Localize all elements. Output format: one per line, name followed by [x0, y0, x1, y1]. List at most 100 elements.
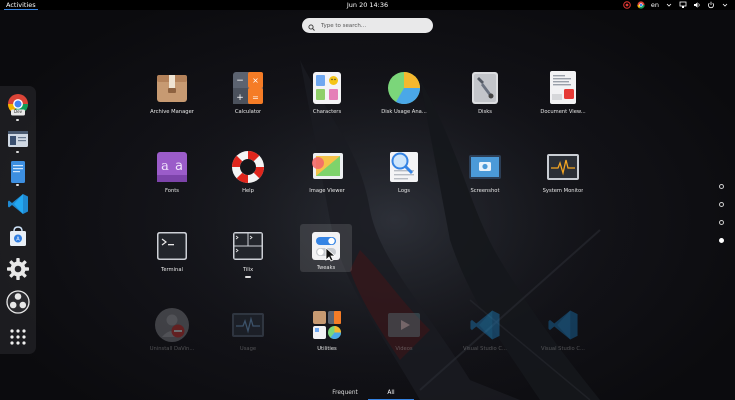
app-label: Help: [242, 188, 254, 194]
app-label: Logs: [398, 188, 410, 194]
running-indicator: [16, 151, 19, 153]
app-label: Visual Studio C...: [463, 346, 507, 352]
svg-text:A: A: [16, 237, 20, 243]
archive-manager-icon: [157, 75, 187, 102]
app-videos[interactable]: Videos: [367, 303, 441, 369]
app-disk-usage-analyzer[interactable]: Disk Usage Ana...: [367, 66, 441, 132]
svg-text:−: −: [236, 76, 244, 86]
app-screenshot[interactable]: Screenshot: [448, 145, 522, 211]
app-utilities-folder[interactable]: Utilities: [290, 303, 364, 369]
logs-icon: [390, 152, 418, 182]
page-dot[interactable]: [719, 184, 724, 189]
app-label: Screenshot: [470, 188, 500, 194]
chrome-tray-icon[interactable]: [637, 1, 645, 9]
search-input[interactable]: [319, 21, 427, 30]
app-tweaks[interactable]: Tweaks: [300, 224, 352, 272]
obs-studio-icon: [6, 290, 30, 314]
fonts-icon: a a: [157, 152, 187, 182]
network-icon[interactable]: [679, 1, 687, 9]
dock-item-obs[interactable]: [5, 289, 31, 315]
show-applications-button[interactable]: [5, 324, 31, 350]
app-tilix[interactable]: Tilix: [211, 224, 285, 290]
document-viewer-icon: [550, 71, 576, 104]
volume-icon[interactable]: [693, 1, 701, 9]
videos-icon: [388, 313, 420, 337]
page-dot[interactable]: [719, 220, 724, 225]
vscode-insiders-icon: [548, 310, 578, 340]
dock: Dev A: [0, 86, 36, 354]
app-label: Calculator: [234, 109, 262, 115]
app-label: Fonts: [165, 188, 179, 194]
show-applications-icon: [10, 329, 26, 345]
utilities-folder-icon: [313, 311, 341, 339]
app-help[interactable]: Help: [211, 145, 285, 211]
dock-item-software-store[interactable]: A: [5, 223, 31, 249]
app-vscode[interactable]: Visual Studio C...: [448, 303, 522, 369]
file-manager-icon: [8, 131, 28, 147]
running-indicator: [16, 119, 19, 121]
tilix-icon: [233, 232, 263, 260]
running-indicator: [16, 184, 19, 186]
running-indicator: [245, 276, 251, 278]
tab-all[interactable]: All: [368, 388, 414, 400]
app-disks[interactable]: Disks: [448, 66, 522, 132]
dock-item-vscode[interactable]: [5, 191, 31, 217]
app-label: Disk Usage Ana...: [381, 109, 427, 115]
app-document-viewer[interactable]: Document View...: [526, 66, 600, 132]
app-label: Usage: [239, 346, 257, 352]
vscode-icon: [470, 310, 500, 340]
app-usage[interactable]: Usage: [211, 303, 285, 369]
dock-item-chrome-dev[interactable]: Dev: [5, 92, 31, 118]
app-uninstall-davinci[interactable]: Uninstall DaVin...: [135, 303, 209, 369]
terminal-icon: [157, 232, 187, 260]
app-logs[interactable]: Logs: [367, 145, 441, 211]
app-vscode-insiders[interactable]: Visual Studio C...: [526, 303, 600, 369]
dock-item-file-manager[interactable]: [5, 126, 31, 152]
power-icon[interactable]: [707, 1, 715, 9]
app-system-monitor[interactable]: System Monitor: [526, 145, 600, 211]
app-label: Disks: [478, 109, 492, 115]
app-fonts[interactable]: a a Fonts: [135, 145, 209, 211]
app-characters[interactable]: Characters: [290, 66, 364, 132]
software-store-icon: A: [10, 226, 26, 246]
svg-text:a: a: [161, 159, 169, 174]
app-label: Terminal: [161, 267, 183, 273]
screenshot-icon: [469, 155, 501, 179]
uninstall-icon: [155, 308, 189, 342]
app-calculator[interactable]: − + × = Calculator: [211, 66, 285, 132]
help-lifebuoy-icon: [232, 151, 264, 183]
vscode-icon: [8, 194, 28, 214]
search-box[interactable]: [302, 18, 433, 33]
dock-item-text-editor[interactable]: [5, 159, 31, 185]
app-image-viewer[interactable]: Image Viewer: [290, 145, 364, 211]
app-label: Image Viewer: [309, 188, 345, 194]
usage-icon: [232, 313, 264, 337]
app-label: Archive Manager: [150, 109, 194, 115]
app-archive-manager[interactable]: Archive Manager: [135, 66, 209, 132]
system-monitor-icon: [547, 154, 579, 180]
app-label: System Monitor: [542, 188, 584, 194]
svg-text:=: =: [252, 93, 259, 102]
app-label: Characters: [312, 109, 342, 115]
view-switcher: Frequent All: [322, 388, 414, 400]
settings-gear-icon: [7, 258, 29, 280]
image-viewer-icon: [312, 153, 343, 179]
app-label: Visual Studio C...: [541, 346, 585, 352]
tab-frequent[interactable]: Frequent: [322, 388, 368, 400]
chevron-down-icon[interactable]: [665, 1, 673, 9]
tweaks-icon: [312, 232, 340, 262]
chevron-down-icon[interactable]: [721, 1, 729, 9]
language-indicator[interactable]: en: [651, 0, 659, 10]
app-label: Document View...: [540, 109, 586, 115]
top-bar: Activities Jun 20 14:36 en: [0, 0, 735, 10]
calculator-icon: − + × =: [233, 72, 263, 104]
dock-item-settings[interactable]: [5, 256, 31, 282]
app-label: Utilities: [317, 346, 337, 352]
chrome-dev-badge: Dev: [14, 109, 22, 114]
search-icon: [308, 16, 315, 35]
app-terminal[interactable]: Terminal: [135, 224, 209, 290]
svg-text:×: ×: [252, 76, 259, 85]
page-dot[interactable]: [719, 202, 724, 207]
page-dot-active[interactable]: [719, 238, 724, 243]
record-indicator-icon[interactable]: [623, 1, 631, 9]
